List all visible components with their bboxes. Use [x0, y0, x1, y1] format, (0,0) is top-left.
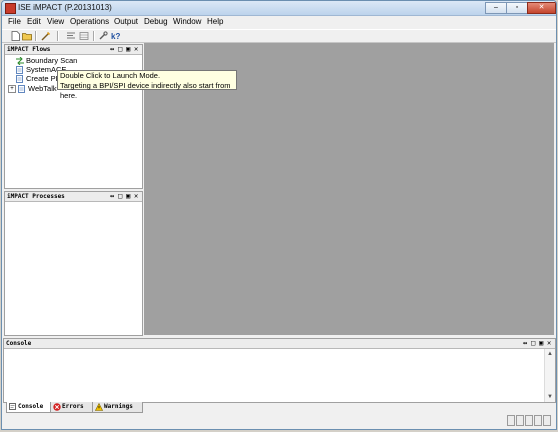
close-panel-icon[interactable]: ✕: [547, 339, 551, 348]
tooltip-line-1: Double Click to Launch Mode.: [60, 71, 161, 80]
tab-label: Errors: [62, 403, 84, 410]
flow-item-label: Create PR: [26, 74, 62, 83]
document-icon: [16, 66, 23, 74]
boundary-scan-icon: [16, 56, 24, 66]
error-icon: [53, 403, 61, 411]
align-left-icon[interactable]: [66, 31, 76, 41]
new-file-icon[interactable]: [10, 31, 20, 41]
expand-icon[interactable]: +: [8, 85, 16, 94]
flows-panel-title: iMPACT Flows: [7, 46, 51, 53]
flow-item-boundary-scan[interactable]: Boundary Scan: [16, 56, 78, 66]
restore-panel-icon[interactable]: □: [118, 192, 122, 201]
menu-bar: File Edit View Operations Output Debug W…: [2, 16, 556, 28]
minimize-button[interactable]: –: [485, 2, 507, 14]
toolbar-separator: [35, 31, 37, 41]
close-button[interactable]: ✕: [527, 2, 556, 14]
console-panel: Console ↔ □ ▣ ✕ ▲ ▼: [3, 338, 556, 403]
grid-view-icon[interactable]: [79, 31, 89, 41]
flows-panel: iMPACT Flows ↔ □ ▣ ✕ Boundary Scan Syste…: [4, 44, 143, 189]
status-cell: [543, 415, 551, 426]
maximize-panel-icon[interactable]: ▣: [539, 339, 543, 348]
impact-app-icon: [5, 3, 16, 14]
svg-text:k?: k?: [111, 32, 120, 41]
restore-panel-icon[interactable]: □: [118, 45, 122, 54]
open-folder-icon[interactable]: [22, 31, 32, 41]
title-bar[interactable]: ISE iMPACT (P.20131013) – ▫ ✕: [2, 1, 556, 16]
status-cell: [534, 415, 542, 426]
console-output[interactable]: [4, 349, 545, 402]
flow-item-webtalk[interactable]: + WebTalk: [8, 84, 57, 94]
help-pointer-icon[interactable]: k?: [111, 31, 121, 41]
close-panel-icon[interactable]: ✕: [134, 192, 138, 201]
maximize-panel-icon[interactable]: ▣: [126, 192, 130, 201]
toolbar-separator: [57, 31, 59, 41]
menu-debug[interactable]: Debug: [144, 17, 168, 26]
document-icon: [16, 75, 23, 83]
tab-errors[interactable]: Errors: [50, 402, 93, 413]
tools-icon[interactable]: [98, 31, 108, 41]
window-title: ISE iMPACT (P.20131013): [18, 3, 112, 12]
processes-panel-header: iMPACT Processes ↔ □ ▣ ✕: [5, 192, 142, 202]
app-window: ISE iMPACT (P.20131013) – ▫ ✕ File Edit …: [1, 0, 557, 430]
float-panel-icon[interactable]: ↔: [110, 45, 114, 54]
toolbar: k?: [2, 29, 556, 43]
scroll-down-icon[interactable]: ▼: [546, 393, 554, 401]
warning-icon: [94, 402, 104, 411]
console-icon: [9, 403, 16, 410]
flow-item-create-prom[interactable]: Create PR: [16, 74, 61, 83]
close-panel-icon[interactable]: ✕: [134, 45, 138, 54]
status-cell: [516, 415, 524, 426]
menu-file[interactable]: File: [8, 17, 21, 26]
menu-operations[interactable]: Operations: [70, 17, 109, 26]
tab-label: Console: [18, 403, 44, 410]
maximize-button[interactable]: ▫: [506, 2, 528, 14]
restore-panel-icon[interactable]: □: [531, 339, 535, 348]
status-cell: [507, 415, 515, 426]
tab-label: Warnings: [104, 403, 133, 410]
tab-warnings[interactable]: Warnings: [92, 402, 143, 413]
console-panel-header: Console ↔ □ ▣ ✕: [4, 339, 555, 349]
console-scrollbar[interactable]: ▲ ▼: [544, 349, 555, 402]
document-icon: [18, 85, 25, 93]
menu-edit[interactable]: Edit: [27, 17, 41, 26]
processes-panel: iMPACT Processes ↔ □ ▣ ✕: [4, 191, 143, 336]
float-panel-icon[interactable]: ↔: [110, 192, 114, 201]
flows-panel-header: iMPACT Flows ↔ □ ▣ ✕: [5, 45, 142, 55]
maximize-panel-icon[interactable]: ▣: [126, 45, 130, 54]
status-cell: [525, 415, 533, 426]
flow-item-label: WebTalk: [28, 84, 57, 93]
scroll-up-icon[interactable]: ▲: [546, 350, 554, 358]
edit-wand-icon[interactable]: [41, 31, 51, 41]
flow-item-label: Boundary Scan: [26, 56, 78, 65]
console-panel-title: Console: [6, 340, 32, 347]
tooltip: Double Click to Launch Mode. Targeting a…: [57, 70, 237, 100]
menu-help[interactable]: Help: [207, 17, 223, 26]
float-panel-icon[interactable]: ↔: [523, 339, 527, 348]
tooltip-line-2: Targeting a BPI/SPI device indirectly al…: [60, 81, 231, 100]
processes-panel-title: iMPACT Processes: [7, 193, 65, 200]
toolbar-separator: [93, 31, 95, 41]
menu-window[interactable]: Window: [173, 17, 201, 26]
menu-view[interactable]: View: [47, 17, 64, 26]
menu-output[interactable]: Output: [114, 17, 138, 26]
tab-console[interactable]: Console: [6, 402, 51, 413]
